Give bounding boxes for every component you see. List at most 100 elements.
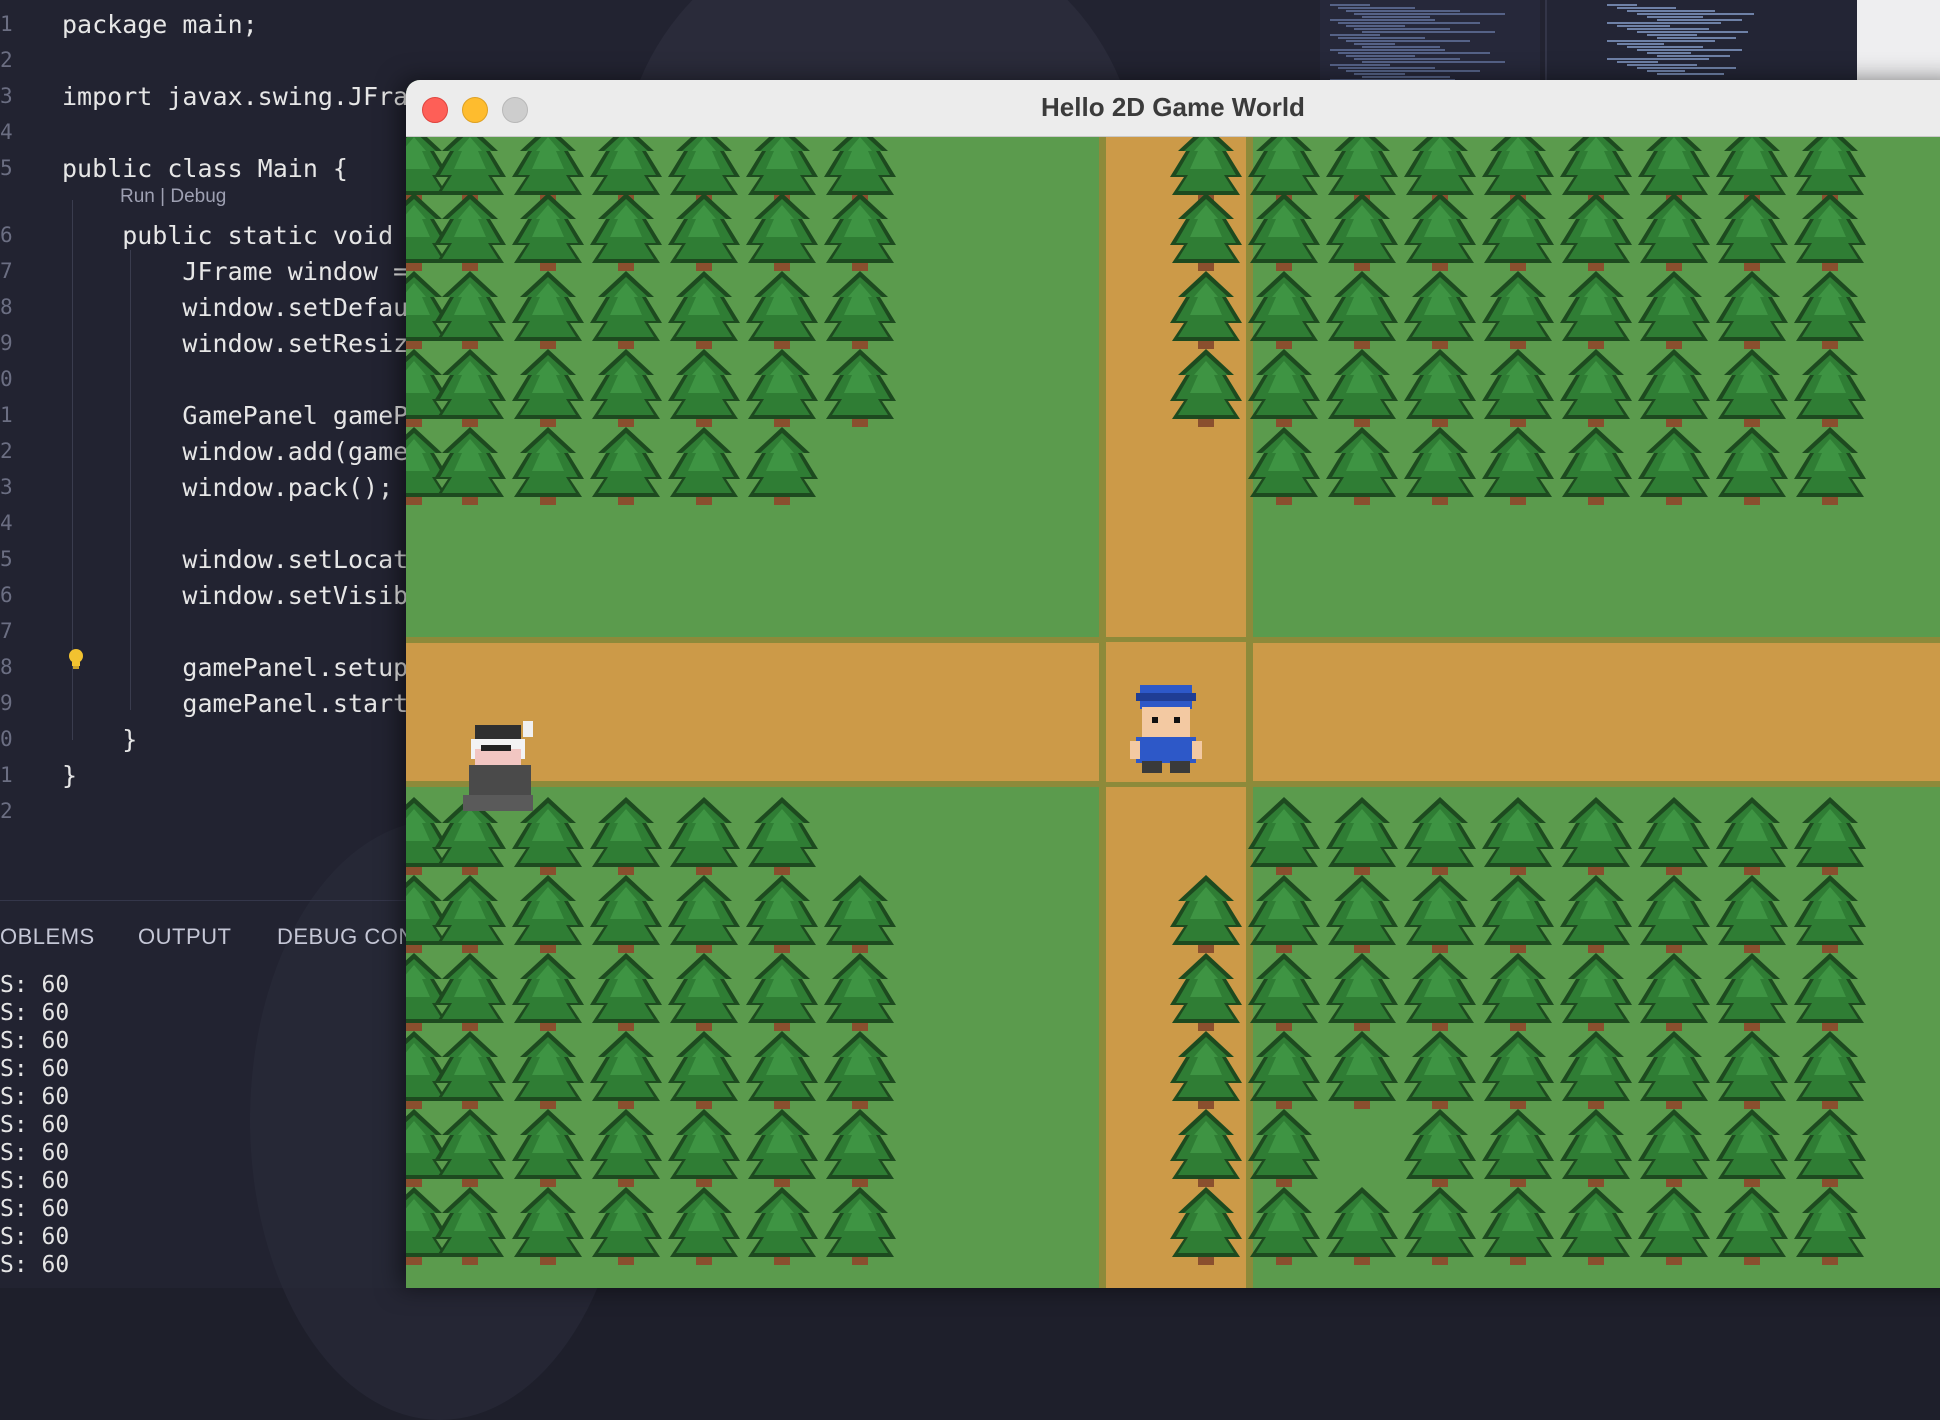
code-line[interactable]: public class Main { <box>62 154 348 183</box>
minimap-line <box>1330 19 1435 21</box>
code-line[interactable]: window.setDefaul <box>62 293 423 322</box>
minimap[interactable] <box>1320 0 1540 84</box>
line-number: 9 <box>0 331 13 355</box>
window-title: Hello 2D Game World <box>1041 92 1305 122</box>
game-window[interactable]: Hello 2D Game World <box>406 80 1940 1288</box>
minimap-line <box>1627 28 1709 30</box>
minimap-secondary[interactable] <box>1545 0 1859 84</box>
line-number: 1 <box>0 403 13 427</box>
tab-problems[interactable]: OBLEMS <box>0 924 95 950</box>
minimap-line <box>1330 49 1445 51</box>
minimap-line <box>1627 64 1697 66</box>
code-line[interactable]: GamePanel gamePa <box>62 401 423 430</box>
minimap-line <box>1637 49 1742 51</box>
output-line: S: 60 <box>0 1084 70 1110</box>
code-line[interactable]: window.setResiza <box>62 329 423 358</box>
minimap-line <box>1617 7 1676 9</box>
minimap-line <box>1617 61 1658 63</box>
output-line: S: 60 <box>0 1196 70 1222</box>
output-line: S: 60 <box>0 972 70 998</box>
minimap-line <box>1338 52 1490 54</box>
minimap-line <box>1647 34 1697 36</box>
minimap-line <box>1338 22 1480 24</box>
minimap-line <box>1637 31 1748 33</box>
minimap-line <box>1657 19 1742 21</box>
line-number: 3 <box>0 84 13 108</box>
line-number: 0 <box>0 727 13 751</box>
window-edge <box>1857 0 1940 84</box>
line-number: 7 <box>0 259 13 283</box>
code-line[interactable]: gamePanel.startG <box>62 689 423 718</box>
code-line[interactable]: package main; <box>62 10 258 39</box>
minimap-line <box>1330 34 1380 36</box>
code-line[interactable]: window.setVisibl <box>62 581 423 610</box>
minimap-line <box>1637 67 1736 69</box>
line-number: 1 <box>0 12 13 36</box>
output-line: S: 60 <box>0 1224 70 1250</box>
minimap-line <box>1362 61 1505 63</box>
window-titlebar[interactable]: Hello 2D Game World <box>406 80 1940 137</box>
code-line[interactable]: import javax.swing.JFram <box>62 82 423 111</box>
minimap-line <box>1338 67 1435 69</box>
line-number: 8 <box>0 295 13 319</box>
minimap-line <box>1354 73 1405 75</box>
line-number: 4 <box>0 120 13 144</box>
minimap-line <box>1362 31 1495 33</box>
minimap-line <box>1607 4 1637 6</box>
line-number: 5 <box>0 547 13 571</box>
minimap-line <box>1657 37 1736 39</box>
line-number: 2 <box>0 48 13 72</box>
minimap-line <box>1607 58 1709 60</box>
minimap-line <box>1354 13 1505 15</box>
line-number: 8 <box>0 655 13 679</box>
line-number: 2 <box>0 799 13 823</box>
code-line[interactable]: } <box>62 725 137 754</box>
minimap-line <box>1338 37 1425 39</box>
line-number: 1 <box>0 763 13 787</box>
codelens-run-debug[interactable]: Run | Debug <box>120 186 226 208</box>
minimap-line <box>1354 43 1395 45</box>
output-line: S: 60 <box>0 1140 70 1166</box>
minimap-line <box>1607 22 1721 24</box>
minimap-line <box>1657 73 1724 75</box>
code-line[interactable]: public static void m <box>62 221 423 250</box>
code-line[interactable]: window.add(gameP <box>62 437 423 466</box>
line-number: 6 <box>0 223 13 247</box>
minimap-line <box>1617 25 1670 27</box>
minimap-line <box>1362 16 1430 18</box>
minimap-line <box>1362 46 1440 48</box>
minimap-line <box>1607 40 1715 42</box>
game-canvas[interactable] <box>406 137 1940 1288</box>
code-line[interactable]: window.setLocati <box>62 545 423 574</box>
output-line: S: 60 <box>0 1056 70 1082</box>
output-line: S: 60 <box>0 1168 70 1194</box>
output-line: S: 60 <box>0 1112 70 1138</box>
minimap-line <box>1647 70 1685 72</box>
minimap-line <box>1627 46 1703 48</box>
line-number: 2 <box>0 439 13 463</box>
tab-debug-console[interactable]: DEBUG CON <box>277 924 415 950</box>
minimap-line <box>1637 13 1754 15</box>
minimap-line <box>1338 7 1415 9</box>
code-line[interactable]: gamePanel.setupG <box>62 653 423 682</box>
lightbulb-icon[interactable] <box>66 648 86 670</box>
line-number: 9 <box>0 691 13 715</box>
output-line: S: 60 <box>0 1028 70 1054</box>
minimap-line <box>1346 40 1470 42</box>
minimap-line <box>1647 16 1703 18</box>
line-number: 0 <box>0 367 13 391</box>
minimap-line <box>1617 43 1664 45</box>
code-line[interactable]: JFrame window = <box>62 257 423 286</box>
minimap-line <box>1330 64 1390 66</box>
minimap-line <box>1362 76 1450 78</box>
minimap-line <box>1346 55 1415 57</box>
tab-output[interactable]: OUTPUT <box>138 924 231 950</box>
code-line[interactable]: } <box>62 761 77 790</box>
code-line[interactable]: window.pack(); / <box>62 473 423 502</box>
minimap-line <box>1346 25 1405 27</box>
output-line: S: 60 <box>0 1252 70 1278</box>
minimap-line <box>1354 28 1450 30</box>
minimap-line <box>1657 55 1730 57</box>
minimap-line <box>1330 4 1370 6</box>
minimap-line <box>1346 10 1460 12</box>
